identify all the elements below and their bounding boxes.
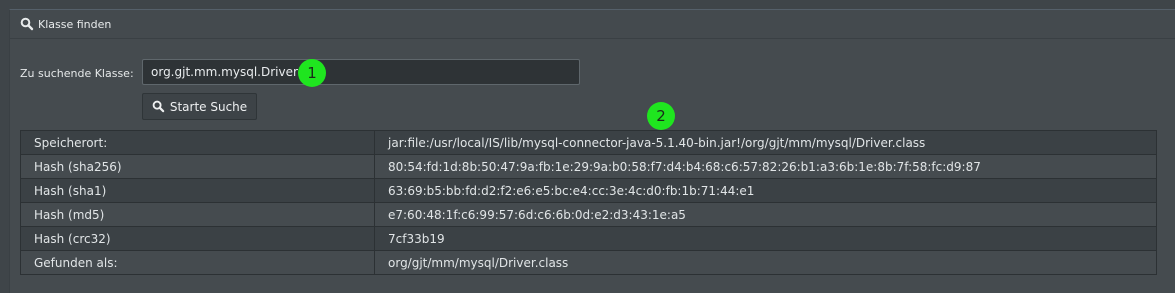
result-value: e7:60:48:1f:c6:99:57:6d:c6:6b:0d:e2:d3:4… <box>374 202 1157 227</box>
annotation-badge-1: 1 <box>298 59 326 87</box>
start-search-button[interactable]: Starte Suche <box>142 93 257 120</box>
panel-title: Klasse finden <box>38 17 112 31</box>
table-row: Speicherort: jar:file:/usr/local/IS/lib/… <box>20 130 1157 155</box>
results-table: Speicherort: jar:file:/usr/local/IS/lib/… <box>20 130 1157 275</box>
result-value: 80:54:fd:1d:8b:50:47:9a:fb:1e:29:9a:b0:5… <box>374 154 1157 179</box>
result-value: 63:69:b5:bb:fd:d2:f2:e6:e5:bc:e4:cc:3e:4… <box>374 178 1157 203</box>
annotation-badge-2: 2 <box>647 102 675 130</box>
result-key: Hash (sha256) <box>20 154 375 179</box>
start-search-label: Starte Suche <box>169 99 248 114</box>
table-row: Hash (md5) e7:60:48:1f:c6:99:57:6d:c6:6b… <box>20 202 1157 227</box>
search-icon <box>152 100 165 113</box>
table-row: Hash (sha256) 80:54:fd:1d:8b:50:47:9a:fb… <box>20 154 1157 179</box>
result-key: Speicherort: <box>20 130 375 155</box>
table-row: Gefunden als: org/gjt/mm/mysql/Driver.cl… <box>20 250 1157 275</box>
result-key: Hash (crc32) <box>20 226 375 251</box>
table-row: Hash (sha1) 63:69:b5:bb:fd:d2:f2:e6:e5:b… <box>20 178 1157 203</box>
class-search-input[interactable]: org.gjt.mm.mysql.Driver <box>142 59 580 85</box>
result-value: org/gjt/mm/mysql/Driver.class <box>374 250 1157 275</box>
search-icon <box>20 17 34 31</box>
result-key: Gefunden als: <box>20 250 375 275</box>
result-value: jar:file:/usr/local/IS/lib/mysql-connect… <box>374 130 1157 155</box>
panel-header: Klasse finden <box>10 10 1175 39</box>
table-row: Hash (crc32) 7cf33b19 <box>20 226 1157 251</box>
class-search-label: Zu suchende Klasse: <box>20 67 134 80</box>
result-key: Hash (md5) <box>20 202 375 227</box>
result-value: 7cf33b19 <box>374 226 1157 251</box>
result-key: Hash (sha1) <box>20 178 375 203</box>
